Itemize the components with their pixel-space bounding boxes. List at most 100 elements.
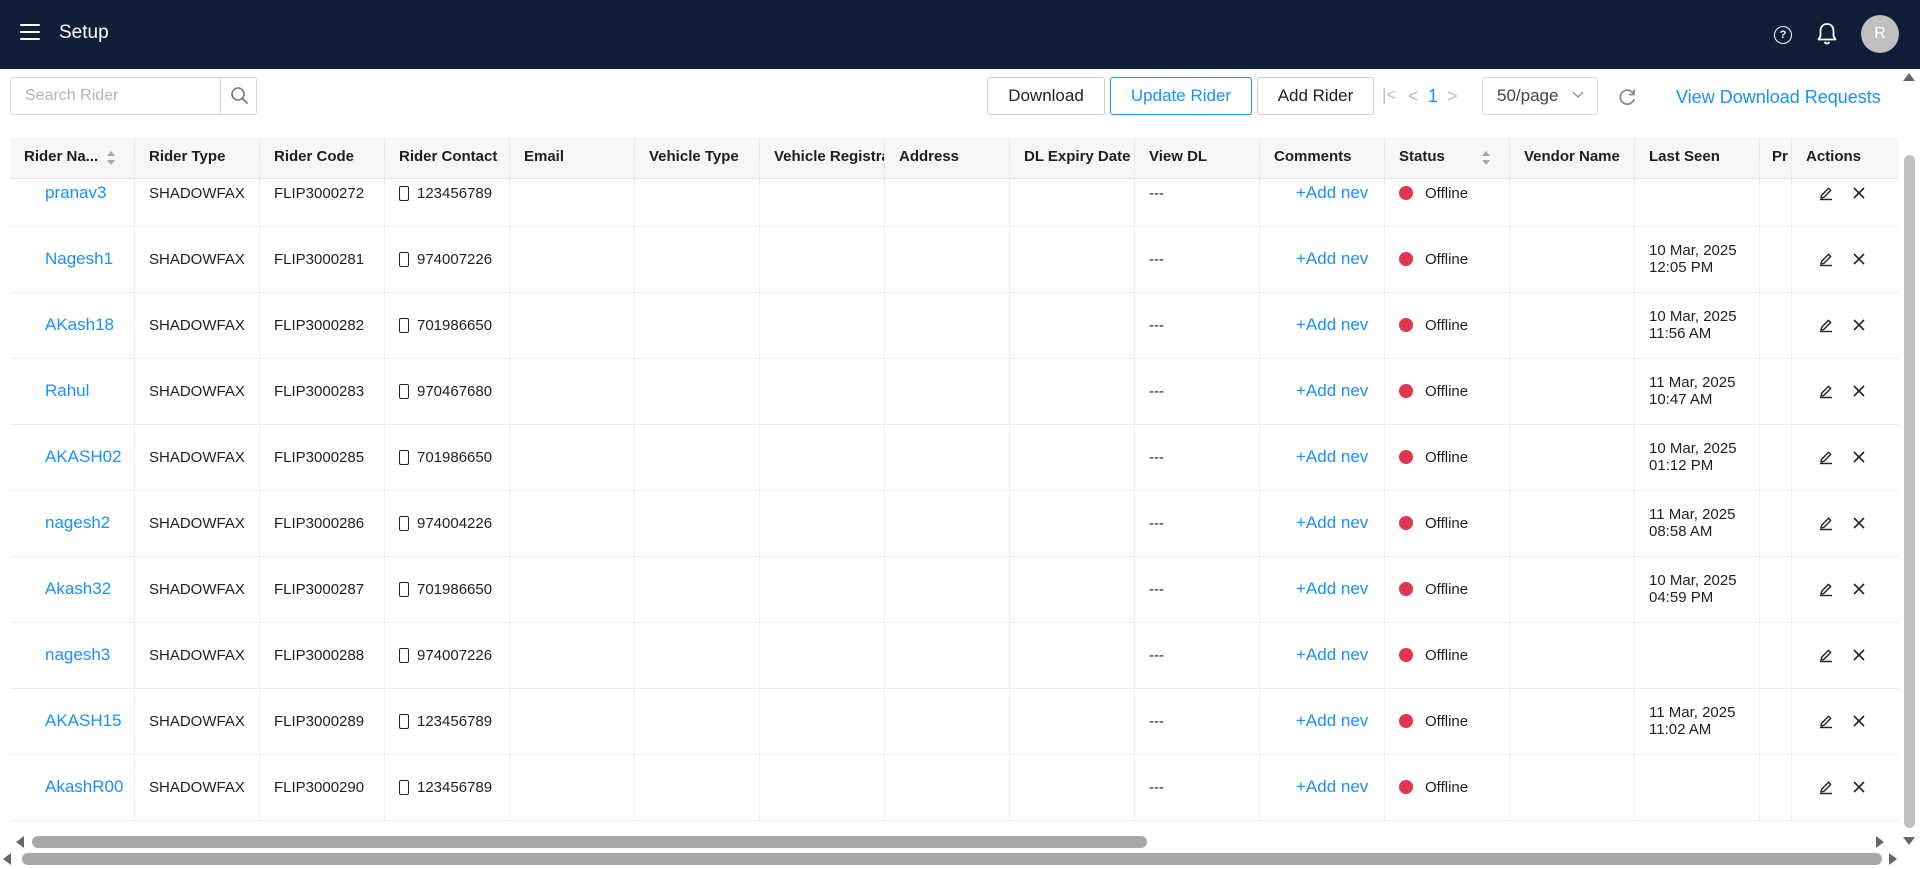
add-comment-text: +Add nev bbox=[1296, 777, 1369, 796]
page-scroll-left-arrow[interactable] bbox=[3, 853, 11, 865]
prev-page-button[interactable]: < bbox=[1408, 86, 1419, 107]
download-button[interactable]: Download bbox=[987, 77, 1105, 115]
view-download-requests-link[interactable]: View Download Requests bbox=[1676, 87, 1881, 108]
rider-name-link[interactable]: AKASH02 bbox=[10, 424, 135, 490]
add-rider-button[interactable]: Add Rider bbox=[1257, 77, 1374, 115]
scroll-down-arrow[interactable] bbox=[1903, 837, 1915, 845]
page-scroll-right-arrow[interactable] bbox=[1889, 853, 1897, 865]
dl-expiry-cell bbox=[1010, 556, 1135, 622]
address-cell bbox=[885, 292, 1010, 358]
last-seen-time: 04:59 PM bbox=[1649, 589, 1714, 606]
question-circle-icon[interactable]: ? bbox=[1774, 26, 1792, 44]
close-icon[interactable] bbox=[1852, 384, 1866, 398]
edit-icon[interactable] bbox=[1818, 713, 1834, 729]
page-size-select[interactable]: 50/page bbox=[1482, 77, 1598, 115]
close-icon[interactable] bbox=[1852, 252, 1866, 266]
rider-name-link[interactable]: AkashR00 bbox=[10, 754, 135, 820]
vertical-scrollbar[interactable] bbox=[1904, 155, 1915, 828]
add-comment-link[interactable]: +Add nev bbox=[1260, 358, 1385, 424]
vehicle-type-cell bbox=[635, 226, 760, 292]
view-dl-text: --- bbox=[1149, 646, 1164, 664]
close-icon[interactable] bbox=[1852, 186, 1866, 200]
rider-name-link[interactable]: nagesh2 bbox=[10, 490, 135, 556]
vehicle-registration-cell bbox=[760, 424, 885, 490]
first-page-button[interactable]: |< bbox=[1382, 85, 1396, 105]
close-icon[interactable] bbox=[1852, 318, 1866, 332]
last-seen-time: 01:12 PM bbox=[1649, 457, 1714, 474]
edit-icon[interactable] bbox=[1818, 383, 1834, 399]
close-icon[interactable] bbox=[1852, 648, 1866, 662]
edit-icon[interactable] bbox=[1818, 449, 1834, 465]
rider-code-text: FLIP3000272 bbox=[274, 184, 365, 202]
rider-contact-cell: 123456789 bbox=[385, 688, 510, 754]
update-rider-button[interactable]: Update Rider bbox=[1110, 77, 1252, 115]
refresh-icon[interactable] bbox=[1617, 87, 1637, 107]
pr-cell bbox=[1760, 490, 1792, 556]
row-actions bbox=[1818, 754, 1866, 820]
edit-icon[interactable] bbox=[1818, 779, 1834, 795]
view-dl-cell: --- bbox=[1135, 160, 1260, 226]
close-icon[interactable] bbox=[1852, 516, 1866, 530]
rider-name-link[interactable]: pranav3 bbox=[10, 160, 135, 226]
search-button[interactable] bbox=[220, 78, 258, 114]
add-comment-link[interactable]: +Add nev bbox=[1260, 160, 1385, 226]
bell-icon[interactable] bbox=[1816, 22, 1838, 46]
add-comment-link[interactable]: +Add nev bbox=[1260, 688, 1385, 754]
status-dot bbox=[1399, 582, 1413, 596]
rider-type-cell: SHADOWFAX bbox=[135, 490, 260, 556]
last-seen-cell: 11 Mar, 2025 08:58 AM bbox=[1635, 490, 1760, 556]
last-seen-time: 08:58 AM bbox=[1649, 523, 1713, 540]
last-seen-value: 10 Mar, 2025 12:05 PM bbox=[1649, 242, 1737, 276]
scroll-left-arrow[interactable] bbox=[16, 836, 24, 848]
rider-name-link[interactable]: nagesh3 bbox=[10, 622, 135, 688]
close-icon[interactable] bbox=[1852, 582, 1866, 596]
scroll-right-arrow[interactable] bbox=[1876, 836, 1884, 848]
edit-icon[interactable] bbox=[1818, 647, 1834, 663]
search-input[interactable] bbox=[11, 78, 219, 114]
address-cell bbox=[885, 490, 1010, 556]
rider-code-text: FLIP3000282 bbox=[274, 316, 365, 334]
avatar[interactable]: R bbox=[1861, 15, 1899, 53]
add-comment-link[interactable]: +Add nev bbox=[1260, 226, 1385, 292]
rider-name-link[interactable]: Nagesh1 bbox=[10, 226, 135, 292]
status-text: Offline bbox=[1425, 316, 1469, 334]
next-page-button[interactable]: > bbox=[1447, 86, 1458, 107]
rider-name-link[interactable]: AKash18 bbox=[10, 292, 135, 358]
page-horizontal-scrollbar[interactable] bbox=[22, 853, 1882, 865]
vehicle-registration-cell bbox=[760, 292, 885, 358]
add-comment-link[interactable]: +Add nev bbox=[1260, 292, 1385, 358]
rider-type-cell: SHADOWFAX bbox=[135, 556, 260, 622]
edit-icon[interactable] bbox=[1818, 581, 1834, 597]
table-horizontal-scrollbar[interactable] bbox=[32, 836, 1147, 848]
add-comment-link[interactable]: +Add nev bbox=[1260, 754, 1385, 820]
close-icon[interactable] bbox=[1852, 780, 1866, 794]
scroll-up-arrow[interactable] bbox=[1903, 73, 1915, 81]
status-cell: Offline bbox=[1385, 556, 1510, 622]
add-comment-link[interactable]: +Add nev bbox=[1260, 556, 1385, 622]
phone-icon bbox=[399, 713, 409, 729]
add-comment-link[interactable]: +Add nev bbox=[1260, 622, 1385, 688]
close-icon[interactable] bbox=[1852, 450, 1866, 464]
close-icon[interactable] bbox=[1852, 714, 1866, 728]
edit-icon[interactable] bbox=[1818, 317, 1834, 333]
rider-type-text: SHADOWFAX bbox=[149, 184, 245, 202]
hamburger-menu-icon[interactable] bbox=[20, 24, 40, 42]
add-comment-text: +Add nev bbox=[1296, 381, 1369, 400]
add-comment-link[interactable]: +Add nev bbox=[1260, 424, 1385, 490]
add-comment-link[interactable]: +Add nev bbox=[1260, 490, 1385, 556]
edit-icon[interactable] bbox=[1818, 251, 1834, 267]
rider-name-link[interactable]: Akash32 bbox=[10, 556, 135, 622]
edit-icon[interactable] bbox=[1818, 185, 1834, 201]
top-bar: Setup ? R bbox=[0, 0, 1920, 69]
rider-type-text: SHADOWFAX bbox=[149, 448, 245, 466]
rider-name-link[interactable]: Rahul bbox=[10, 358, 135, 424]
address-cell bbox=[885, 556, 1010, 622]
vehicle-type-cell bbox=[635, 622, 760, 688]
edit-icon[interactable] bbox=[1818, 515, 1834, 531]
status-cell: Offline bbox=[1385, 226, 1510, 292]
current-page[interactable]: 1 bbox=[1428, 86, 1438, 107]
last-seen-value: 11 Mar, 2025 11:02 AM bbox=[1649, 704, 1735, 738]
view-dl-text: --- bbox=[1149, 514, 1164, 532]
rider-name-link[interactable]: AKASH15 bbox=[10, 688, 135, 754]
last-seen-cell: 10 Mar, 2025 12:05 PM bbox=[1635, 226, 1760, 292]
